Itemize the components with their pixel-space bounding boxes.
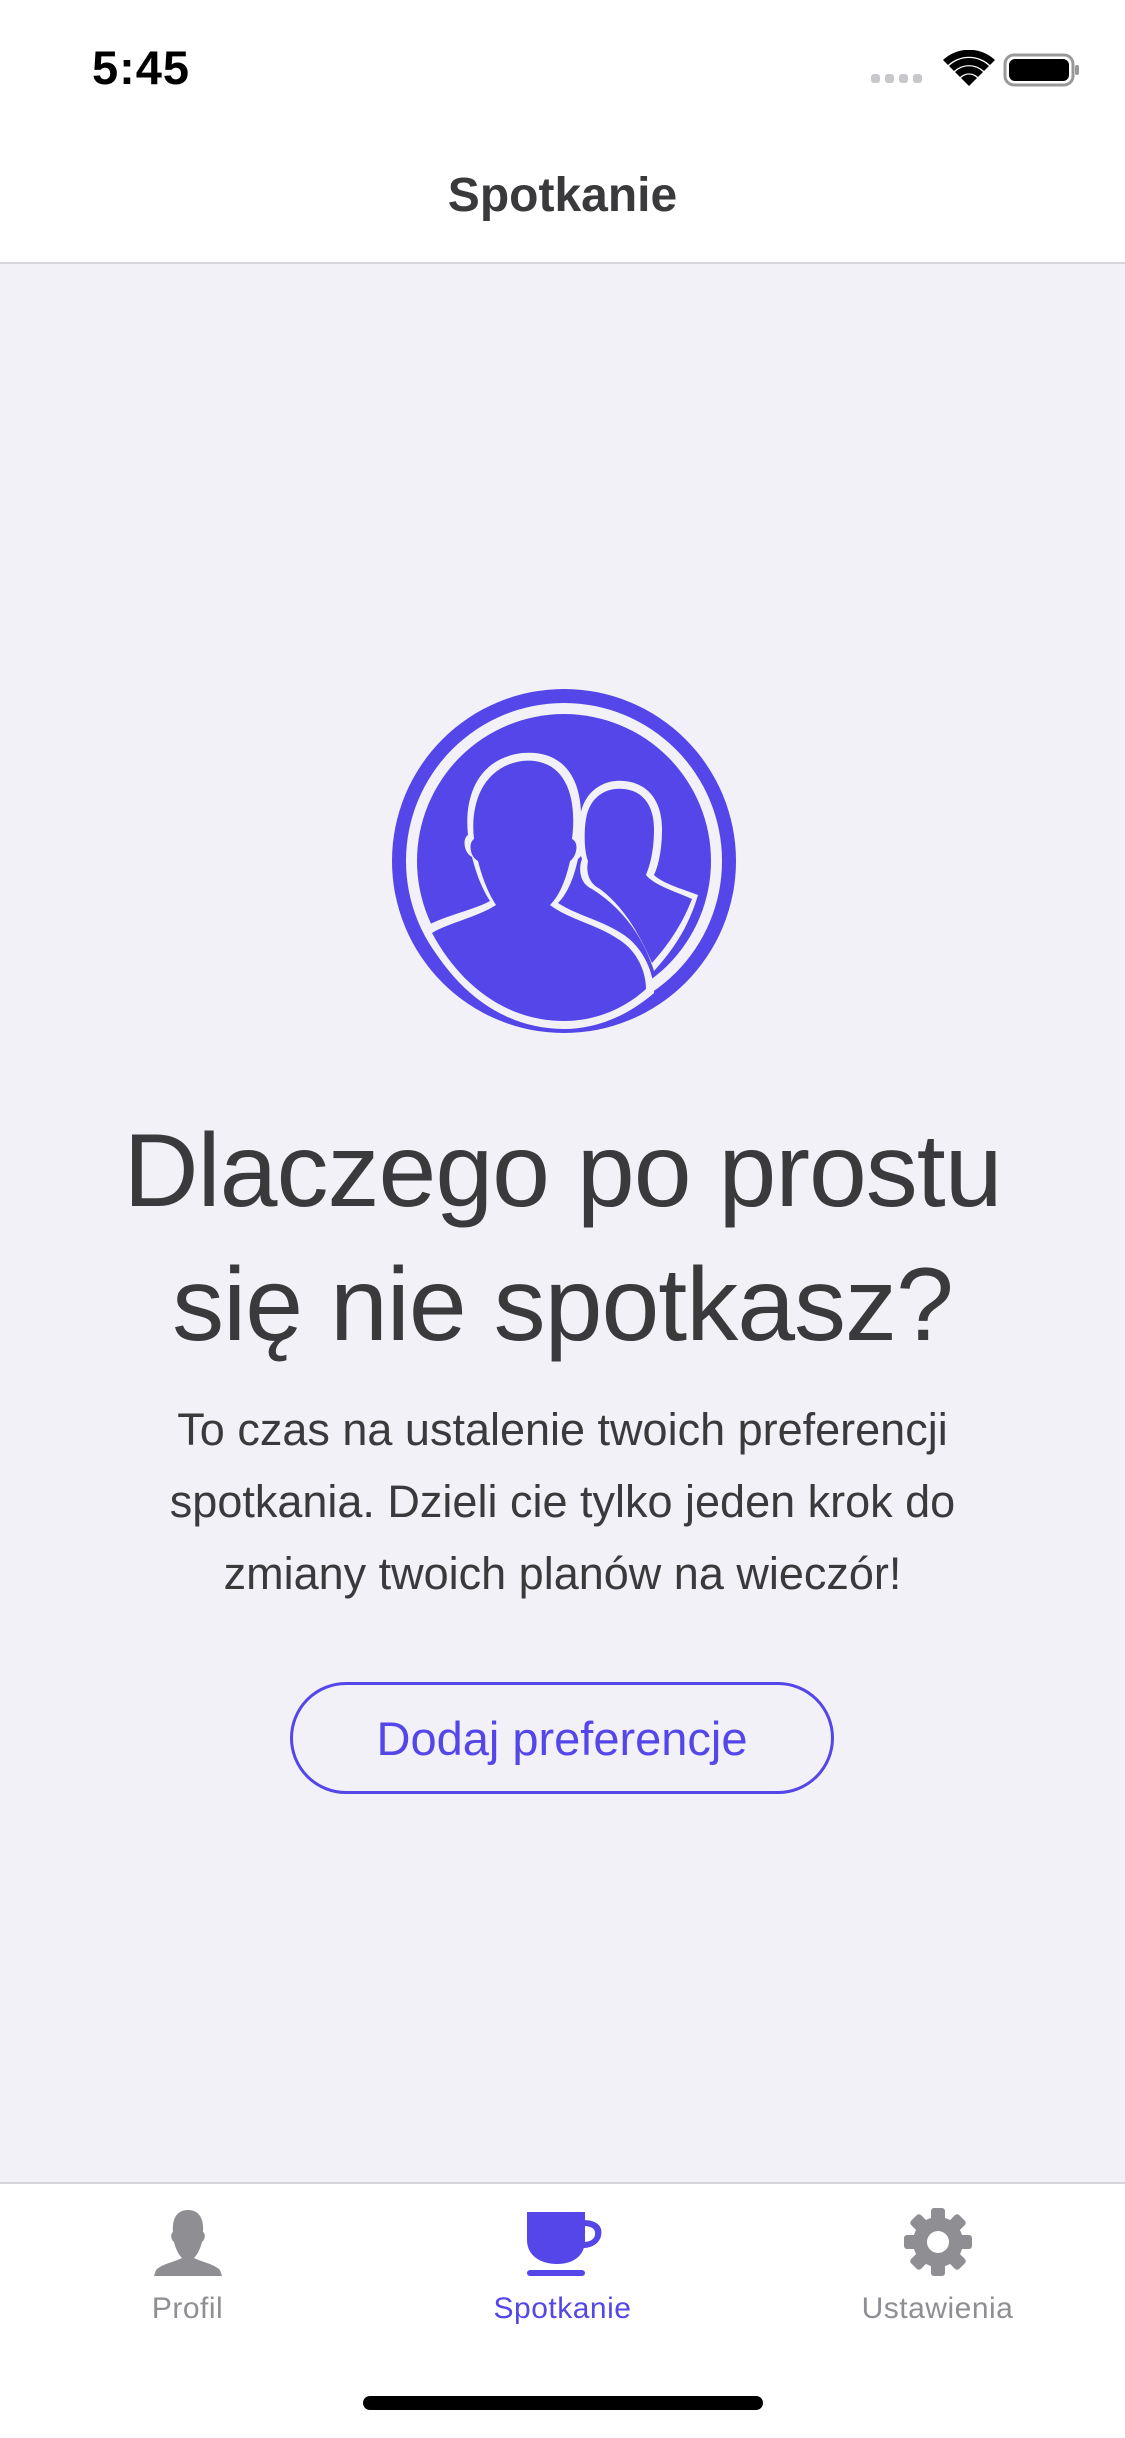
status-bar: 5:45: [0, 0, 1125, 132]
add-preferences-button[interactable]: Dodaj preferencje: [290, 1682, 834, 1794]
tab-profile[interactable]: Profil: [0, 2184, 375, 2344]
wifi-icon: [943, 49, 995, 86]
gear-icon: [903, 2208, 972, 2276]
status-icons: [871, 49, 1081, 90]
cellular-signal-icon: [871, 74, 922, 83]
empty-state: Dlaczego po prostu się nie spotkasz? To …: [0, 264, 1125, 2182]
tab-meeting[interactable]: Spotkanie: [375, 2184, 750, 2344]
tab-bar: Profil Spotkanie Ustawienia: [0, 2182, 1125, 2438]
page-title: Spotkanie: [447, 169, 678, 222]
status-time: 5:45: [92, 41, 191, 94]
tab-settings-label: Ustawienia: [861, 2292, 1014, 2325]
battery-icon: [1003, 53, 1079, 87]
headline-line-2: się nie spotkasz?: [172, 1247, 954, 1363]
tab-profile-label: Profil: [151, 2292, 224, 2325]
home-indicator[interactable]: [363, 2396, 763, 2410]
description-line-1: To czas na ustalenie twoich preferencji: [177, 1404, 948, 1455]
description-line-2: spotkania. Dzieli cie tylko jeden krok d…: [169, 1476, 956, 1527]
people-circle-icon: [392, 689, 736, 1033]
tab-meeting-label: Spotkanie: [493, 2292, 632, 2325]
navigation-bar: Spotkanie: [0, 132, 1125, 264]
headline: Dlaczego po prostu się nie spotkasz?: [60, 1104, 1065, 1372]
coffee-cup-icon: [526, 2212, 601, 2276]
tab-settings[interactable]: Ustawienia: [750, 2184, 1125, 2344]
headline-line-1: Dlaczego po prostu: [123, 1113, 1002, 1229]
person-icon: [153, 2210, 222, 2276]
description-line-3: zmiany twoich planów na wieczór!: [223, 1548, 902, 1599]
description: To czas na ustalenie twoich preferencji …: [100, 1394, 1025, 1610]
